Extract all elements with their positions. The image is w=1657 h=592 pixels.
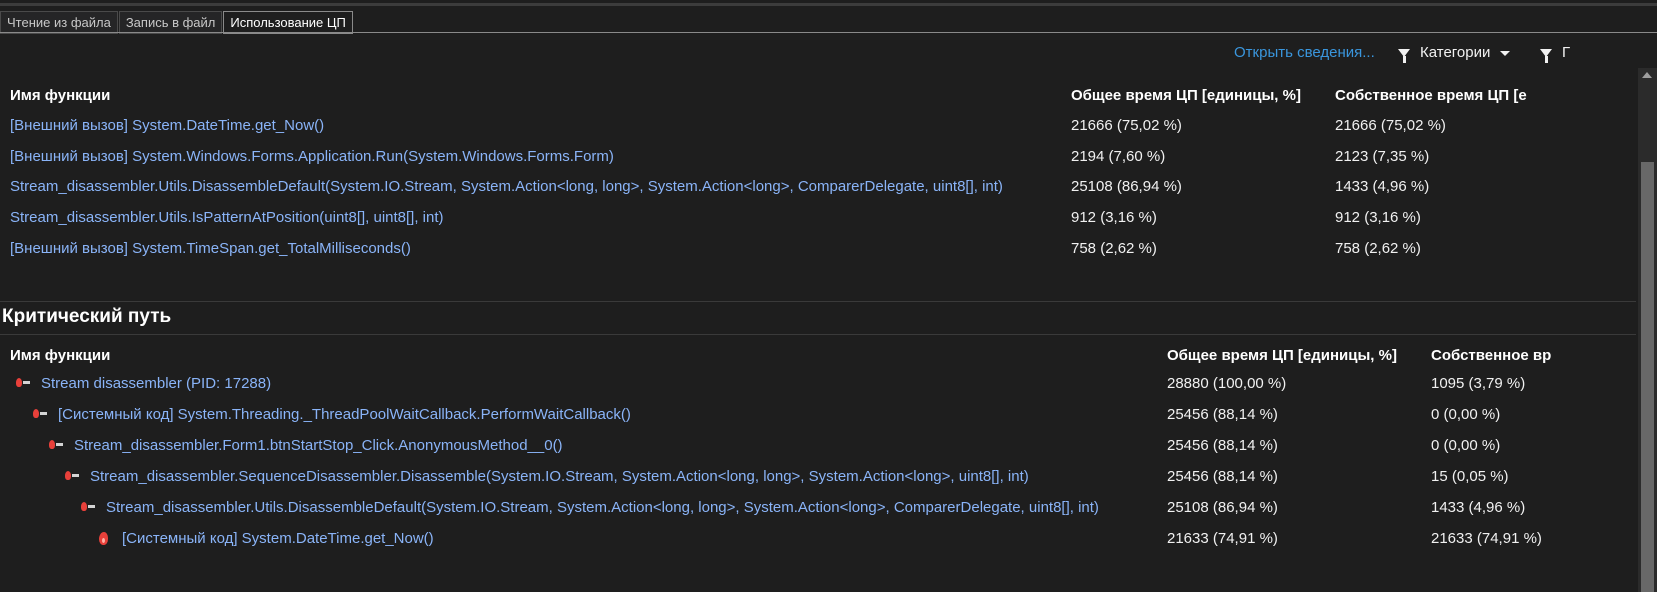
self-cpu-value: 15 (0,05 %) bbox=[1431, 468, 1509, 485]
function-name-link[interactable]: Stream_disassembler.Utils.IsPatternAtPos… bbox=[10, 202, 444, 233]
total-cpu-value: 28880 (100,00 %) bbox=[1167, 375, 1287, 392]
column-header-function-name[interactable]: Имя функции bbox=[10, 340, 110, 371]
column-header-self-cpu[interactable]: Собственное время ЦП [е bbox=[1335, 80, 1635, 111]
total-cpu-value: 758 (2,62 %) bbox=[1071, 240, 1157, 257]
tree-row[interactable]: Stream_disassembler.Utils.DisassembleDef… bbox=[0, 492, 1638, 523]
self-cpu-value: 1433 (4,96 %) bbox=[1431, 499, 1526, 516]
column-header-total-cpu[interactable]: Общее время ЦП [единицы, %] bbox=[1071, 80, 1301, 111]
hot-path-icon bbox=[16, 378, 30, 390]
self-cpu-value: 758 (2,62 %) bbox=[1335, 240, 1421, 257]
document-tab-strip: Чтение из файла Запись в файл Использова… bbox=[0, 11, 354, 34]
scroll-up-arrow-icon[interactable] bbox=[1642, 72, 1652, 78]
tab-write-file[interactable]: Запись в файл bbox=[118, 11, 223, 34]
function-name-link[interactable]: [Внешний вызов] System.DateTime.get_Now(… bbox=[10, 110, 324, 141]
hot-path-icon bbox=[49, 440, 63, 452]
function-name-link[interactable]: Stream_disassembler.Form1.btnStartStop_C… bbox=[74, 430, 563, 461]
total-cpu-value: 25108 (86,94 %) bbox=[1167, 499, 1278, 516]
function-name-link[interactable]: [Системный код] System.DateTime.get_Now(… bbox=[122, 523, 434, 554]
table-row[interactable]: Stream_disassembler.Utils.IsPatternAtPos… bbox=[0, 202, 1638, 233]
hot-spot-flame-icon bbox=[99, 532, 108, 545]
total-cpu-value: 21633 (74,91 %) bbox=[1167, 530, 1278, 547]
total-cpu-value: 25456 (88,14 %) bbox=[1167, 406, 1278, 423]
tree-row[interactable]: Stream_disassembler.Form1.btnStartStop_C… bbox=[0, 430, 1638, 461]
tree-row[interactable]: Stream disassembler (PID: 17288) 28880 (… bbox=[0, 368, 1638, 399]
column-header-self-cpu[interactable]: Собственное вр bbox=[1431, 340, 1636, 371]
self-cpu-value: 912 (3,16 %) bbox=[1335, 209, 1421, 226]
function-name-link[interactable]: [Системный код] System.Threading._Thread… bbox=[58, 399, 631, 430]
hot-path-icon bbox=[33, 409, 47, 421]
total-cpu-value: 2194 (7,60 %) bbox=[1071, 148, 1166, 165]
self-cpu-value: 0 (0,00 %) bbox=[1431, 437, 1501, 454]
total-cpu-value: 25456 (88,14 %) bbox=[1167, 437, 1278, 454]
self-cpu-value: 1095 (3,79 %) bbox=[1431, 375, 1526, 392]
total-cpu-value: 21666 (75,02 %) bbox=[1071, 117, 1182, 134]
self-cpu-value: 21633 (74,91 %) bbox=[1431, 530, 1542, 547]
tree-row[interactable]: [Системный код] System.Threading._Thread… bbox=[0, 399, 1638, 430]
tree-row[interactable]: Stream_disassembler.SequenceDisassembler… bbox=[0, 461, 1638, 492]
hot-path-icon bbox=[65, 471, 79, 483]
critical-path-header-row: Имя функции Общее время ЦП [единицы, %] … bbox=[0, 340, 1638, 371]
window-top-border bbox=[0, 3, 1657, 6]
column-header-total-cpu[interactable]: Общее время ЦП [единицы, %] bbox=[1167, 340, 1397, 371]
table-row[interactable]: [Внешний вызов] System.DateTime.get_Now(… bbox=[0, 110, 1638, 141]
scrollbar-thumb[interactable] bbox=[1641, 162, 1654, 592]
function-name-link[interactable]: [Внешний вызов] System.TimeSpan.get_Tota… bbox=[10, 233, 411, 264]
vertical-scrollbar[interactable] bbox=[1638, 68, 1657, 592]
hot-path-icon bbox=[81, 502, 95, 514]
function-name-link[interactable]: Stream disassembler (PID: 17288) bbox=[41, 368, 271, 399]
column-header-function-name[interactable]: Имя функции bbox=[10, 80, 110, 111]
hot-functions-header-row: Имя функции Общее время ЦП [единицы, %] … bbox=[0, 80, 1638, 111]
hot-functions-title-clipped bbox=[0, 58, 1635, 70]
table-row[interactable]: [Внешний вызов] System.TimeSpan.get_Tota… bbox=[0, 233, 1638, 264]
section-divider bbox=[0, 334, 1636, 335]
function-name-link[interactable]: [Внешний вызов] System.Windows.Forms.App… bbox=[10, 141, 614, 172]
total-cpu-value: 25108 (86,94 %) bbox=[1071, 178, 1182, 195]
critical-path-title: Критический путь bbox=[2, 306, 172, 327]
filter-icon bbox=[1398, 49, 1410, 64]
function-name-link[interactable]: Stream_disassembler.SequenceDisassembler… bbox=[90, 461, 1029, 492]
table-row[interactable]: Stream_disassembler.Utils.DisassembleDef… bbox=[0, 171, 1638, 202]
total-cpu-value: 25456 (88,14 %) bbox=[1167, 468, 1278, 485]
total-cpu-value: 912 (3,16 %) bbox=[1071, 209, 1157, 226]
table-row[interactable]: [Внешний вызов] System.Windows.Forms.App… bbox=[0, 141, 1638, 172]
filter-icon bbox=[1540, 49, 1552, 64]
section-divider bbox=[0, 301, 1636, 302]
tab-strip-divider bbox=[0, 32, 1657, 33]
tab-cpu-usage[interactable]: Использование ЦП bbox=[223, 11, 353, 34]
self-cpu-value: 1433 (4,96 %) bbox=[1335, 178, 1430, 195]
self-cpu-value: 2123 (7,35 %) bbox=[1335, 148, 1430, 165]
tree-row[interactable]: [Системный код] System.DateTime.get_Now(… bbox=[0, 523, 1638, 554]
function-name-link[interactable]: Stream_disassembler.Utils.DisassembleDef… bbox=[106, 492, 1099, 523]
chevron-down-icon bbox=[1500, 50, 1511, 56]
self-cpu-value: 0 (0,00 %) bbox=[1431, 406, 1501, 423]
tab-read-file[interactable]: Чтение из файла bbox=[0, 11, 118, 34]
self-cpu-value: 21666 (75,02 %) bbox=[1335, 117, 1446, 134]
function-name-link[interactable]: Stream_disassembler.Utils.DisassembleDef… bbox=[10, 171, 1003, 202]
